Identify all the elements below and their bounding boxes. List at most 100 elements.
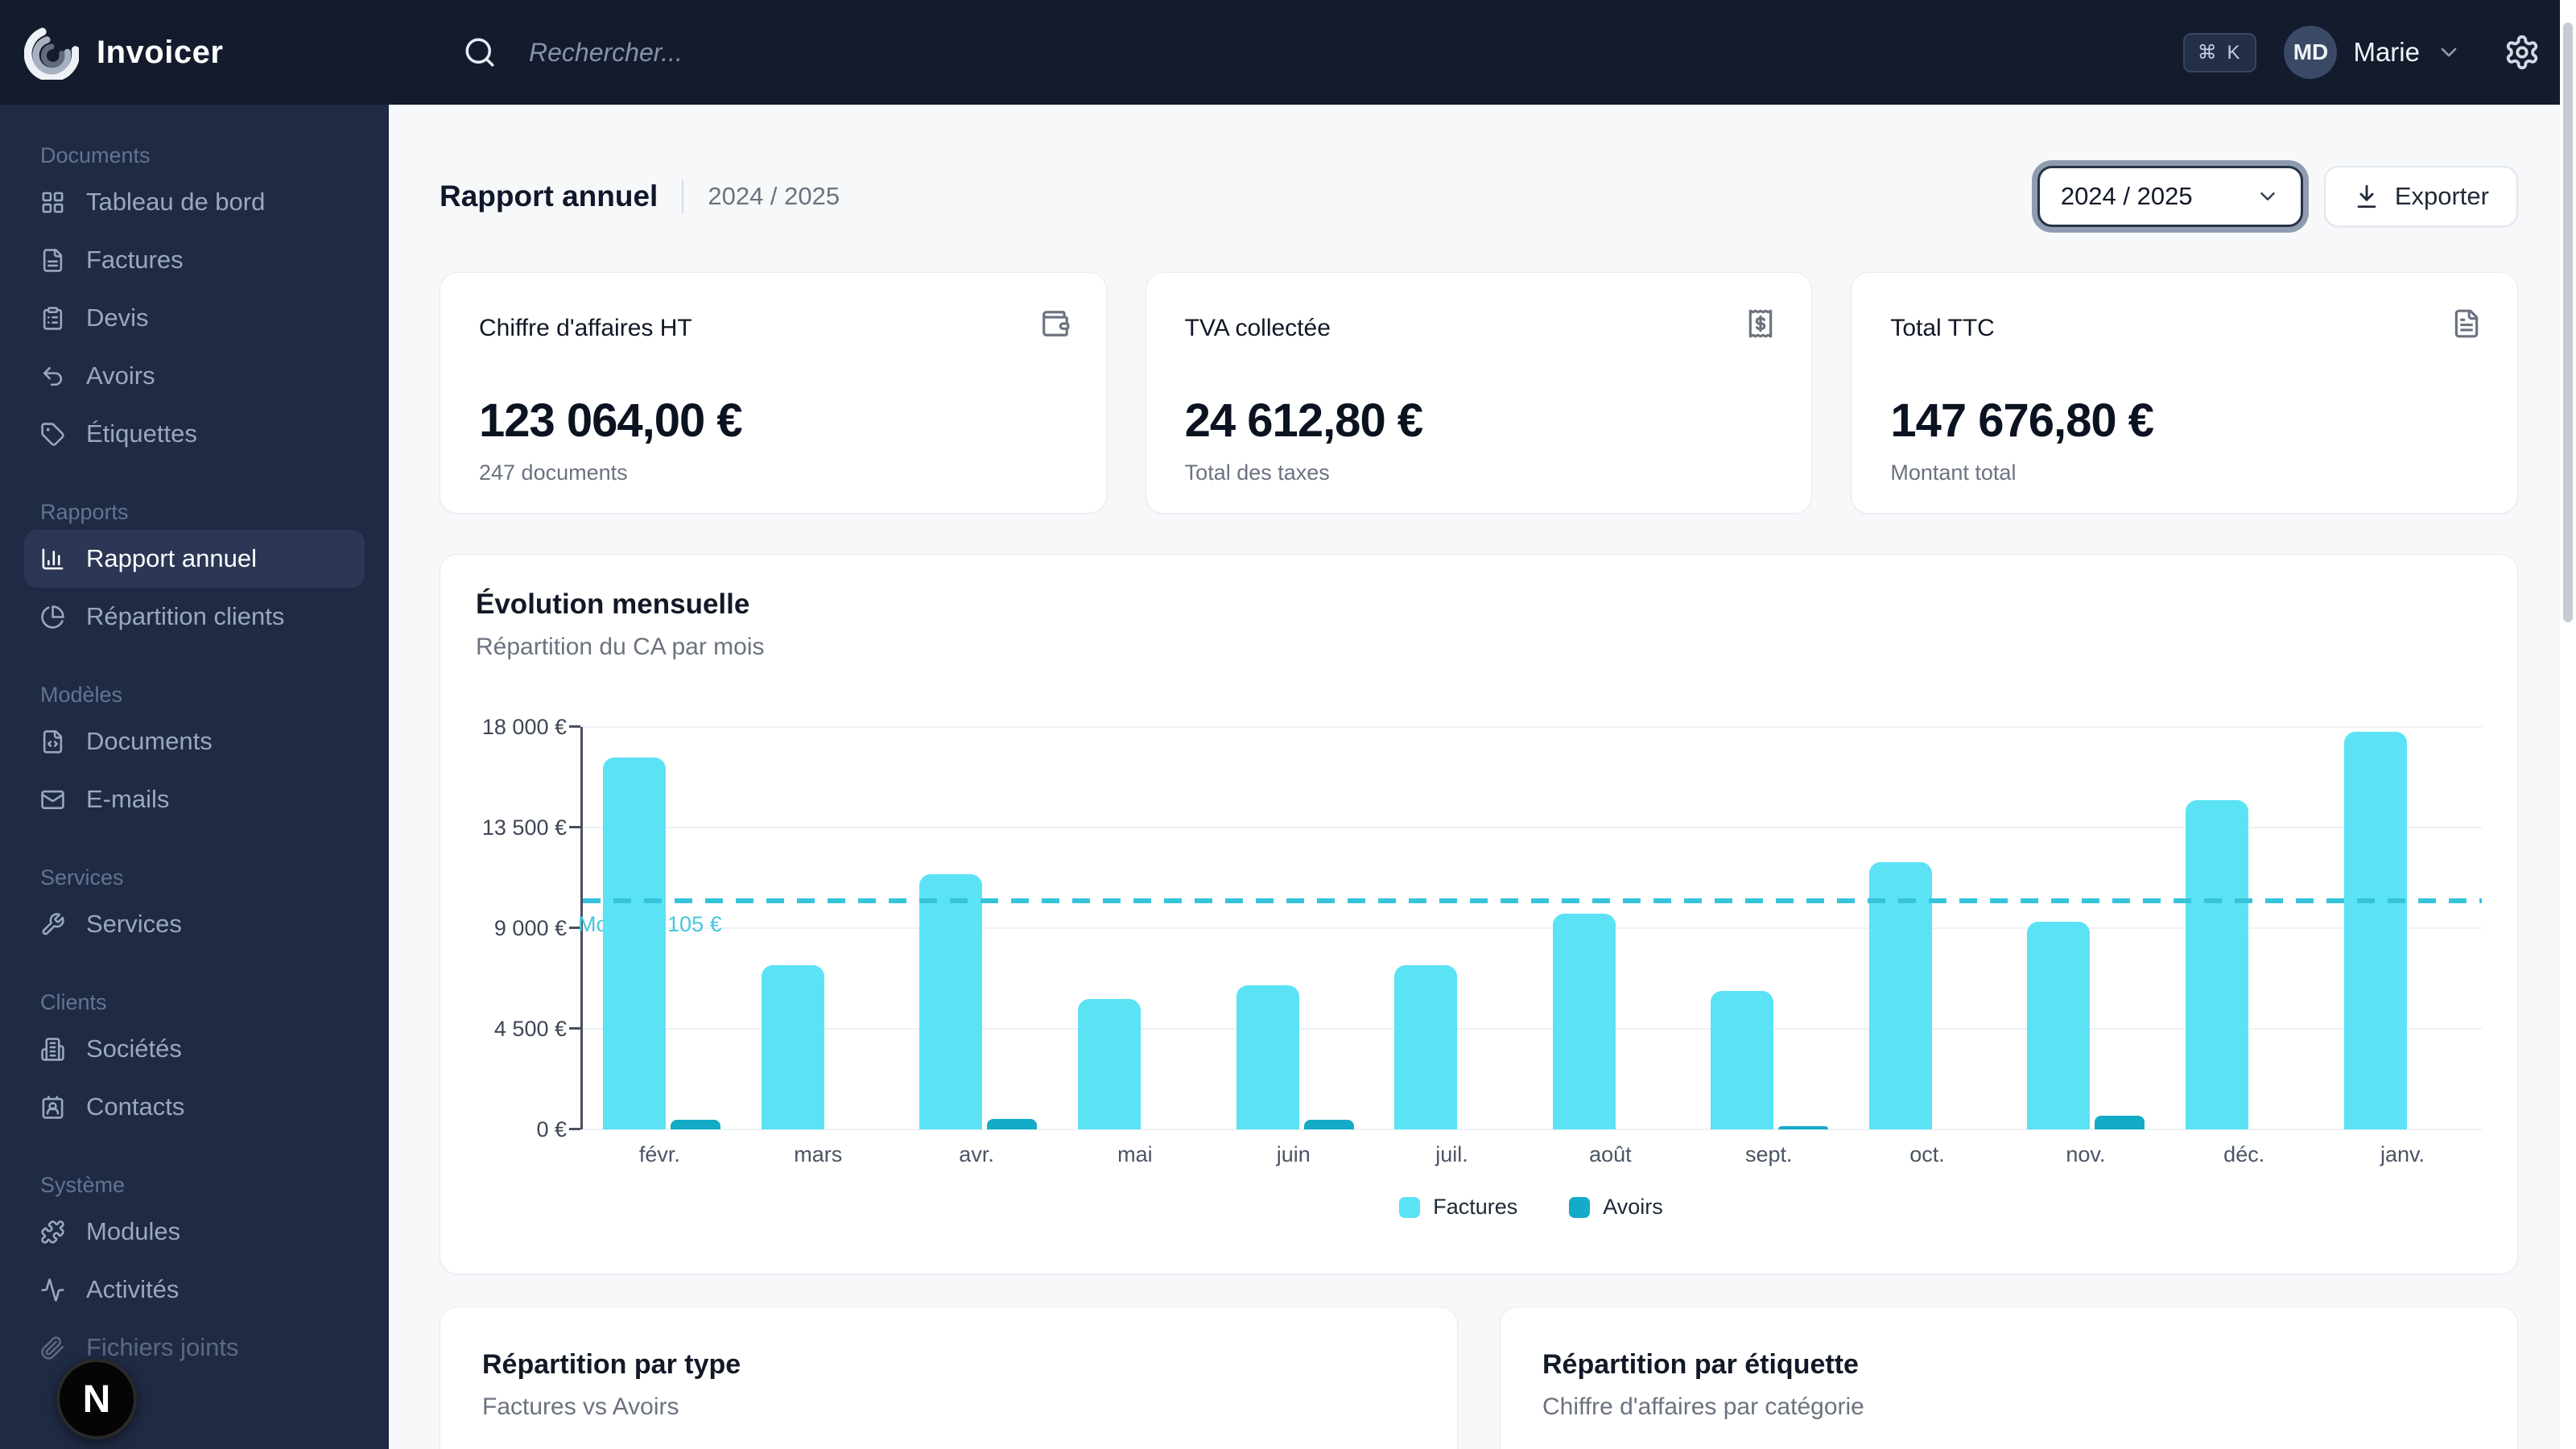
bar-pair xyxy=(2027,921,2145,1129)
brand-name: Invoicer xyxy=(97,34,224,70)
stat-card-vat: TVA collectée 24 612,80 € Total des taxe… xyxy=(1145,272,1813,514)
legend-swatch xyxy=(1569,1196,1591,1218)
export-label: Exporter xyxy=(2394,182,2489,210)
x-axis-label: mai xyxy=(1117,1142,1153,1166)
factures-bar xyxy=(919,873,983,1129)
sidebar-section-label: Clients xyxy=(40,990,107,1014)
x-axis-label: févr. xyxy=(638,1142,680,1166)
sidebar-item-label: Rapport annuel xyxy=(86,544,257,572)
factures-bar xyxy=(2186,799,2249,1129)
scrollbar-thumb[interactable] xyxy=(2563,23,2573,622)
y-axis-label: 18 000 € xyxy=(481,715,567,739)
bar-pair xyxy=(1236,985,1354,1129)
x-axis-label: janv. xyxy=(2380,1142,2425,1166)
card-title: Répartition par type xyxy=(482,1349,741,1380)
paperclip-icon xyxy=(41,1335,64,1360)
sidebar-item-rapport-annuel[interactable]: Rapport annuel xyxy=(24,530,365,588)
avoirs-bar xyxy=(2095,1115,2145,1129)
month-slot-aout xyxy=(1532,727,1690,1129)
user-menu[interactable]: MD Marie xyxy=(2284,26,2462,79)
sidebar-item-societes[interactable]: Sociétés xyxy=(24,1020,365,1078)
sidebar-item-contacts[interactable]: Contacts xyxy=(24,1078,365,1136)
page-header: Rapport annuel 2024 / 2025 2024 / 2025 E… xyxy=(440,166,2518,227)
sidebar-item-label: Contacts xyxy=(86,1092,185,1121)
sidebar-item-modules[interactable]: Modules xyxy=(24,1203,365,1261)
sidebar-item-activites[interactable]: Activités xyxy=(24,1261,365,1319)
average-dashed-line xyxy=(583,898,2482,904)
sidebar-item-factures[interactable]: Factures xyxy=(24,231,365,289)
scrollbar-track[interactable] xyxy=(2560,0,2576,1449)
stat-subtitle: 247 documents xyxy=(479,460,628,485)
factures-bar xyxy=(761,965,824,1129)
brand[interactable]: Invoicer xyxy=(0,25,389,80)
export-button[interactable]: Exporter xyxy=(2323,166,2518,227)
sidebar-item-label: Activités xyxy=(86,1275,180,1303)
sidebar-item-label: Services xyxy=(86,910,182,938)
sidebar-item-services[interactable]: Services xyxy=(24,895,365,953)
sidebar-item-tableau-de-bord[interactable]: Tableau de bord xyxy=(24,173,365,231)
search-bar[interactable] xyxy=(463,35,2183,69)
x-axis-label: nov. xyxy=(2066,1142,2106,1166)
sidebar-item-repartition-clients[interactable]: Répartition clients xyxy=(24,588,365,646)
receipt-icon xyxy=(1749,309,1773,338)
sidebar-item-etiquettes[interactable]: Étiquettes xyxy=(24,405,365,463)
month-slot-janv xyxy=(2323,727,2482,1129)
bar-pair xyxy=(761,965,879,1129)
activity-icon xyxy=(41,1278,64,1302)
chart-title: Évolution mensuelle xyxy=(476,588,750,620)
x-axis-labels: févr. mars avr. mai juin juil. août sept. oct. no… xyxy=(580,1142,2482,1167)
stat-card-revenue: Chiffre d'affaires HT 123 064,00 € 247 d… xyxy=(440,272,1107,514)
dev-tools-badge[interactable]: N xyxy=(56,1359,137,1439)
page-period: 2024 / 2025 xyxy=(708,182,840,210)
x-axis-label: juil. xyxy=(1435,1142,1468,1166)
year-select[interactable]: 2024 / 2025 xyxy=(2037,166,2303,227)
clipboard-icon xyxy=(43,306,63,330)
contact-card-icon xyxy=(42,1095,64,1119)
stat-value: 123 064,00 € xyxy=(479,394,743,447)
building-icon xyxy=(41,1037,64,1061)
page-title: Rapport annuel xyxy=(440,180,658,213)
topbar-right: ⌘ K MD Marie xyxy=(2182,26,2576,79)
type-distribution-card: Répartition par type Factures vs Avoirs xyxy=(440,1307,1458,1449)
y-axis-label: 13 500 € xyxy=(481,815,567,840)
sidebar-section-label: Modèles xyxy=(40,683,123,707)
bar-pair xyxy=(2186,799,2303,1129)
stat-title: Chiffre d'affaires HT xyxy=(479,315,692,341)
legend-item-avoirs: Avoirs xyxy=(1569,1195,1663,1220)
sidebar-item-label: E-mails xyxy=(86,785,170,813)
bar-pair xyxy=(1394,965,1512,1129)
app-logo-icon xyxy=(24,27,79,80)
search-input[interactable] xyxy=(527,36,1255,68)
factures-bar xyxy=(1394,965,1458,1129)
sidebar-item-e-mails[interactable]: E-mails xyxy=(24,770,365,828)
x-axis-label: août xyxy=(1589,1142,1632,1166)
stat-card-total: Total TTC 147 676,80 € Montant total xyxy=(1851,272,2519,514)
sidebar-item-label: Répartition clients xyxy=(86,602,285,630)
plot-area: 0 €4 500 €9 000 €13 500 €18 000 €Moy : 1… xyxy=(482,715,2482,1141)
file-code-icon xyxy=(43,729,63,753)
month-slot-avr xyxy=(899,727,1058,1129)
bar-chart-icon xyxy=(42,548,64,569)
gear-icon[interactable] xyxy=(2504,34,2541,71)
month-slot-dec xyxy=(2165,727,2324,1129)
card-subtitle: Factures vs Avoirs xyxy=(482,1393,679,1420)
stat-value: 147 676,80 € xyxy=(1890,394,2154,447)
sidebar-section-label: Système xyxy=(40,1173,126,1197)
sidebar-section-documents: Documents Tableau de bord Factures Devis Avo… xyxy=(0,143,389,463)
card-subtitle: Chiffre d'affaires par catégorie xyxy=(1542,1393,1864,1420)
stat-title: TVA collectée xyxy=(1184,315,1331,341)
user-name: Marie xyxy=(2353,37,2420,67)
avoirs-bar xyxy=(987,1118,1038,1129)
x-axis-label: juin xyxy=(1276,1142,1311,1166)
sidebar-item-label: Sociétés xyxy=(86,1034,182,1063)
sidebar-item-avoirs[interactable]: Avoirs xyxy=(24,347,365,405)
bars-container xyxy=(583,727,2482,1129)
undo-arrow-icon xyxy=(43,366,63,386)
shortcut-badge: ⌘ K xyxy=(2182,32,2257,72)
factures-bar xyxy=(1711,990,1774,1129)
sidebar-item-documents[interactable]: Documents xyxy=(24,712,365,770)
wrench-icon xyxy=(42,912,64,935)
month-slot-juin xyxy=(1216,727,1374,1129)
download-icon xyxy=(2357,184,2376,208)
sidebar-item-devis[interactable]: Devis xyxy=(24,289,365,347)
